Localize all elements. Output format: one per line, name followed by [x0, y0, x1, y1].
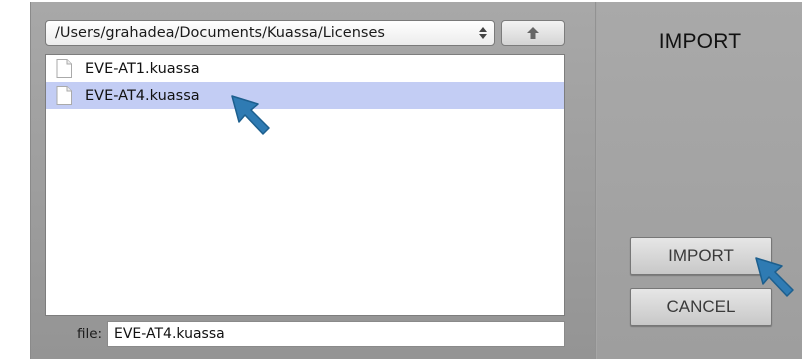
- document-icon: [56, 59, 72, 78]
- parent-folder-button[interactable]: [501, 20, 565, 46]
- path-select-value: /Users/grahadea/Documents/Kuassa/License…: [55, 25, 385, 41]
- import-button[interactable]: IMPORT: [630, 237, 772, 275]
- up-arrow-icon: [527, 27, 539, 39]
- cancel-button[interactable]: CANCEL: [630, 288, 772, 326]
- file-name-input[interactable]: [107, 321, 565, 347]
- import-panel: IMPORT IMPORT CANCEL: [597, 2, 802, 359]
- up-down-arrows-icon: [472, 27, 494, 39]
- import-dialog: /Users/grahadea/Documents/Kuassa/License…: [30, 2, 802, 359]
- file-name: EVE-AT1.kuassa: [85, 60, 200, 77]
- path-select[interactable]: /Users/grahadea/Documents/Kuassa/License…: [45, 20, 495, 46]
- file-browser-panel: /Users/grahadea/Documents/Kuassa/License…: [31, 2, 595, 359]
- document-icon: [56, 86, 72, 105]
- file-name: EVE-AT4.kuassa: [85, 87, 200, 104]
- app-window: /Users/grahadea/Documents/Kuassa/License…: [0, 0, 802, 359]
- file-list-item[interactable]: EVE-AT1.kuassa: [46, 55, 564, 82]
- file-list-item-selected[interactable]: EVE-AT4.kuassa: [46, 82, 564, 109]
- panel-title: IMPORT: [658, 30, 742, 53]
- file-field-label: file:: [77, 326, 103, 342]
- file-list[interactable]: EVE-AT1.kuassa EVE-AT4.kuassa: [45, 54, 565, 316]
